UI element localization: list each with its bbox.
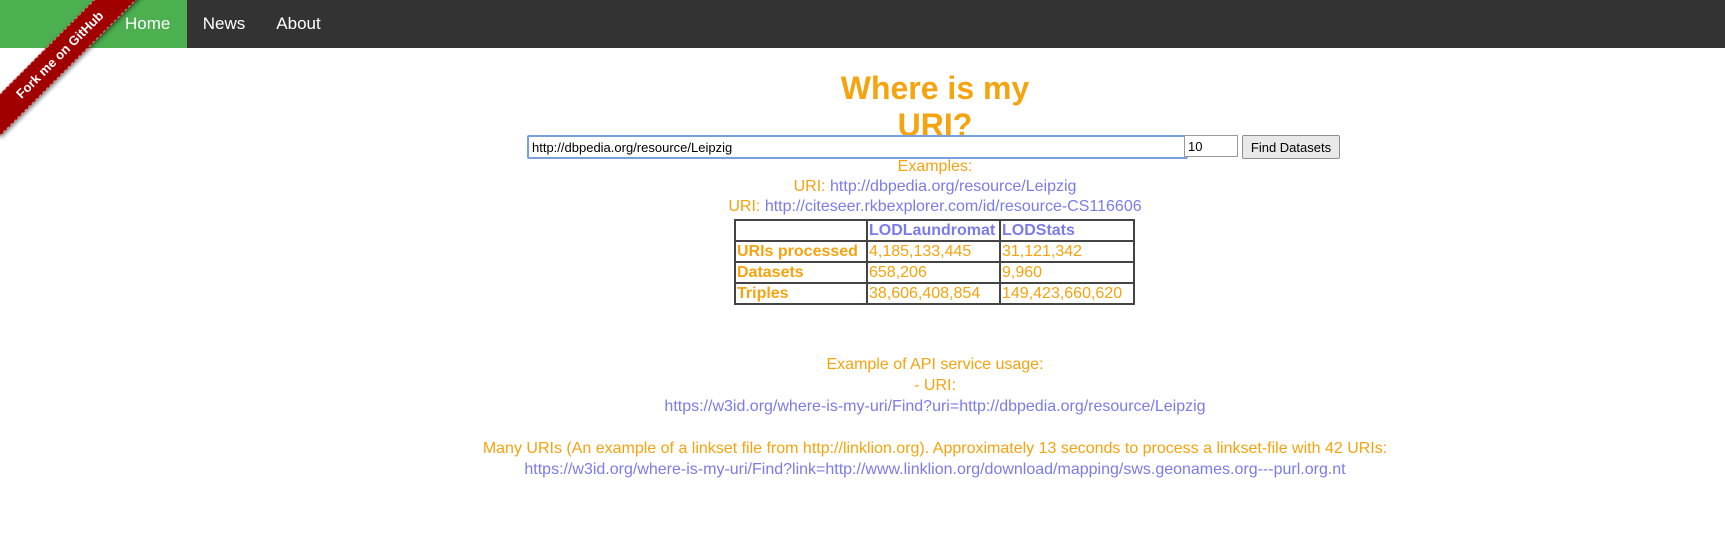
row-label: Triples (734, 282, 868, 305)
table-header-lodstats[interactable]: LODStats (999, 219, 1135, 242)
nav-about[interactable]: About (261, 0, 336, 48)
nav-news[interactable]: News (187, 0, 261, 48)
uri-input[interactable] (527, 135, 1188, 159)
example-uri-1-prefix: URI: (793, 178, 826, 195)
table-cell: 149,423,660,620 (999, 282, 1135, 305)
api-heading: Example of API service usage: (826, 356, 1044, 373)
navbar: Home News About (0, 0, 1725, 48)
table-row: Triples 38,606,408,854 149,423,660,620 (734, 282, 1135, 305)
api-many-uris-link[interactable]: https://w3id.org/where-is-my-uri/Find?li… (0, 461, 1725, 479)
api-many-uris-text: Many URIs (An example of a linkset file … (482, 440, 1388, 457)
row-label: Datasets (734, 261, 868, 284)
table-header-empty (734, 219, 868, 242)
github-ribbon-container: Fork me on GitHub (0, 0, 150, 150)
table-cell: 4,185,133,445 (866, 240, 1001, 263)
examples-heading: Examples: (897, 158, 973, 175)
table-row: Datasets 658,206 9,960 (734, 261, 1135, 284)
fork-on-github-ribbon[interactable]: Fork me on GitHub (0, 0, 142, 137)
table-cell: 38,606,408,854 (866, 282, 1001, 305)
example-uri-1-link[interactable]: http://dbpedia.org/resource/Leipzig (830, 178, 1076, 195)
dataset-count-input[interactable] (1184, 135, 1238, 157)
example-uri-2: URI: http://citeseer.rkbexplorer.com/id/… (0, 198, 1725, 216)
stats-table: LODLaundromat LODStats URIs processed 4,… (734, 219, 1135, 305)
api-uri-link[interactable]: https://w3id.org/where-is-my-uri/Find?ur… (0, 398, 1725, 416)
table-cell: 658,206 (866, 261, 1001, 284)
api-uri-label: - URI: (914, 377, 956, 394)
find-datasets-button[interactable]: Find Datasets (1242, 135, 1340, 159)
row-label: URIs processed (734, 240, 868, 263)
example-uri-2-link[interactable]: http://citeseer.rkbexplorer.com/id/resou… (765, 198, 1142, 215)
example-uri-1: URI: http://dbpedia.org/resource/Leipzig (0, 178, 1725, 196)
table-cell: 31,121,342 (999, 240, 1135, 263)
page-title-text: Where is my URI? (840, 70, 1030, 143)
table-row: URIs processed 4,185,133,445 31,121,342 (734, 240, 1135, 263)
table-header-row: LODLaundromat LODStats (734, 219, 1135, 242)
table-cell: 9,960 (999, 261, 1135, 284)
example-uri-2-prefix: URI: (728, 198, 761, 215)
table-header-lodlaundromat[interactable]: LODLaundromat (866, 219, 1001, 242)
